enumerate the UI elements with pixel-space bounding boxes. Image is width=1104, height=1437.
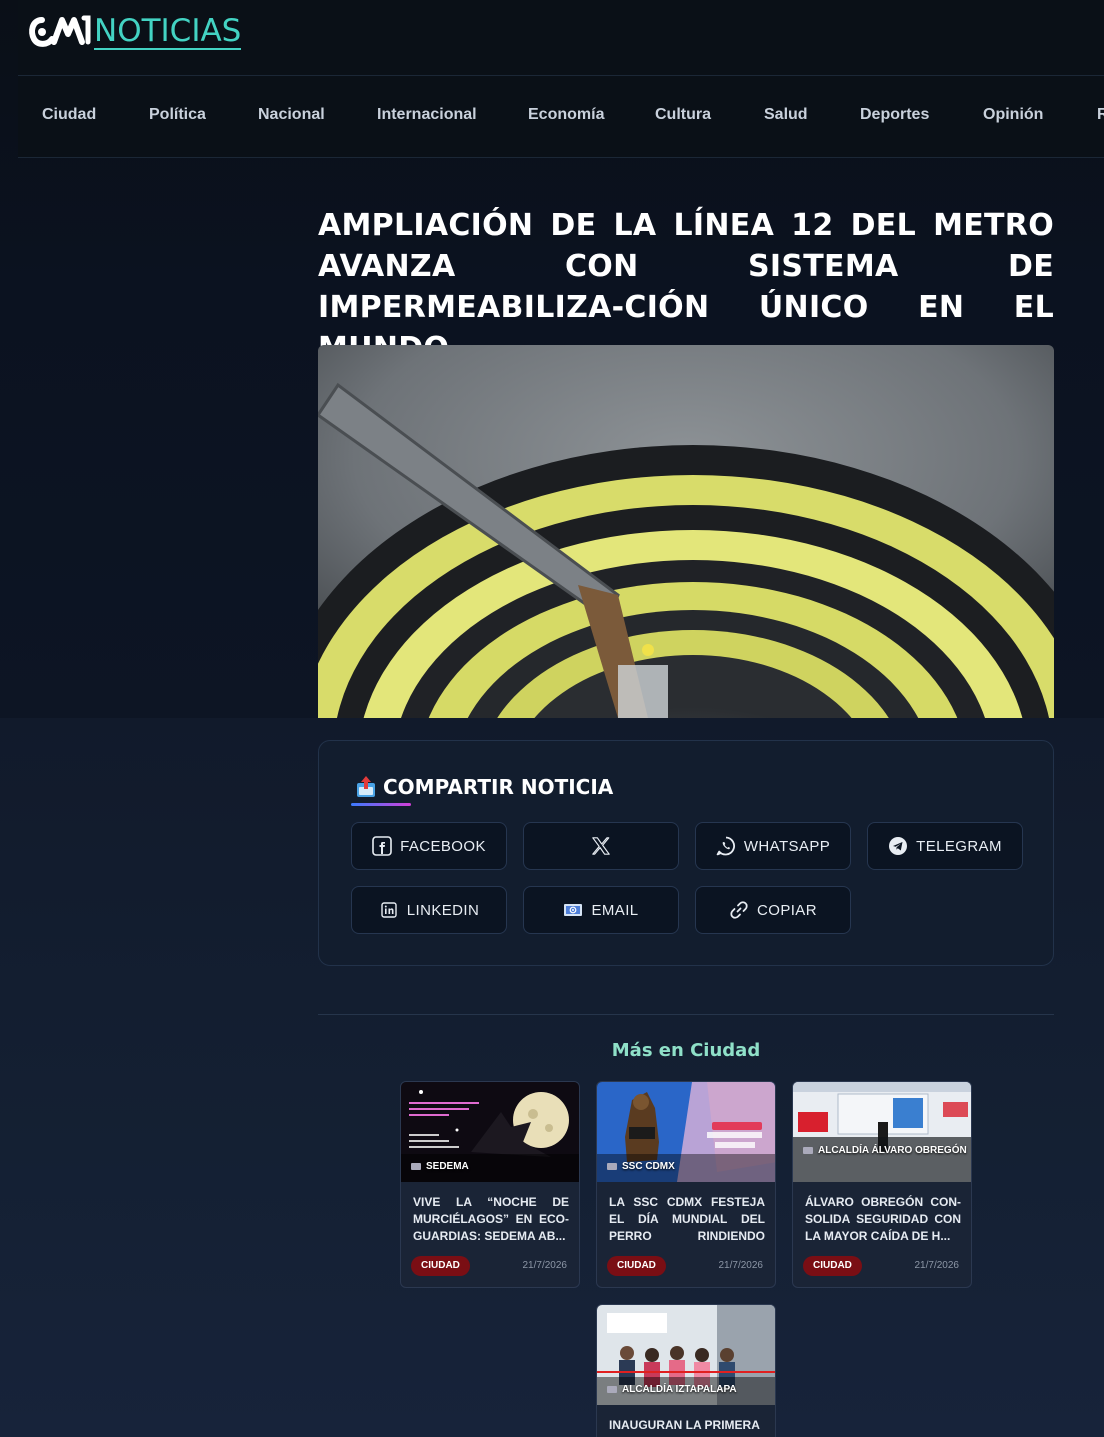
facebook-icon: [372, 836, 392, 856]
nav-item-ciudad[interactable]: Ciudad: [42, 106, 96, 124]
share-telegram-label: TELEGRAM: [916, 837, 1002, 855]
card-source-label: ALCALDÍA IZTAPALAPA: [622, 1384, 737, 1395]
camera-icon: [411, 1163, 421, 1170]
card-category-badge[interactable]: CIUDAD: [607, 1256, 666, 1276]
telegram-icon: [888, 836, 908, 856]
card-source: SSC CDMX: [607, 1161, 675, 1172]
share-email-button[interactable]: EMAIL: [523, 886, 679, 934]
share-copy-label: COPIAR: [757, 901, 817, 919]
section-divider: [318, 1014, 1054, 1015]
tunnel-photo: [318, 345, 1054, 718]
main-nav: Ciudad Política Nacional Internacional E…: [18, 76, 1104, 158]
share-facebook-label: FACEBOOK: [400, 837, 486, 855]
card-date: 21/7/2026: [718, 1260, 764, 1271]
card-source-label: SSC CDMX: [622, 1161, 675, 1172]
share-facebook-button[interactable]: FACEBOOK: [351, 822, 507, 870]
x-icon: [591, 836, 611, 856]
camera-icon: [607, 1386, 617, 1393]
share-header: COMPARTIR NOTICIA: [355, 775, 613, 799]
card-title: LA SSC CDMX FESTEJA EL DÍA MUNDIAL DEL P…: [609, 1195, 765, 1243]
site-logo-text: NOTICIAS: [94, 13, 242, 50]
card-category-badge[interactable]: CIUDAD: [803, 1256, 862, 1276]
article-hero-image: [318, 345, 1054, 718]
site-header: NOTICIAS Ciudad Política Nacional Intern…: [18, 0, 1104, 158]
card-source: ALCALDÍA ÁLVARO OBREGÓN: [803, 1142, 968, 1159]
share-linkedin-button[interactable]: LINKEDIN: [351, 886, 507, 934]
share-panel: COMPARTIR NOTICIA FACEBOOK WHATSAPP TELE…: [318, 740, 1054, 966]
email-icon: [563, 900, 583, 920]
share-icon: [357, 776, 375, 797]
nav-item-politica[interactable]: Política: [149, 106, 206, 124]
share-whatsapp-label: WHATSAPP: [743, 837, 831, 855]
news-card[interactable]: SSC CDMX LA SSC CDMX FESTEJA EL DÍA MUND…: [596, 1081, 776, 1288]
more-section-title: Más en Ciudad: [611, 1040, 761, 1061]
card-title: VIVE LA “NOCHE DE MURCIÉLAGOS” EN ECO-GU…: [413, 1195, 569, 1243]
whatsapp-icon: [716, 836, 736, 856]
cdmx-logo-icon: [29, 15, 91, 47]
card-category-badge[interactable]: CIUDAD: [411, 1256, 470, 1276]
card-source-label: SEDEMA: [426, 1161, 469, 1172]
nav-item-internacional[interactable]: Internacional: [377, 106, 477, 124]
card-date: 21/7/2026: [522, 1260, 568, 1271]
share-email-label: EMAIL: [591, 901, 639, 919]
nav-item-salud[interactable]: Salud: [764, 106, 808, 124]
card-date: 21/7/2026: [914, 1260, 960, 1271]
card-image: [793, 1082, 971, 1182]
share-title: COMPARTIR NOTICIA: [383, 775, 614, 799]
site-logo[interactable]: NOTICIAS: [28, 10, 242, 54]
card-source: ALCALDÍA IZTAPALAPA: [607, 1384, 737, 1395]
nav-item-nacional[interactable]: Nacional: [258, 106, 325, 124]
linkedin-icon: [379, 900, 399, 920]
share-telegram-button[interactable]: TELEGRAM: [867, 822, 1023, 870]
nav-item-deportes[interactable]: Deportes: [860, 106, 929, 124]
nav-item-economia[interactable]: Economía: [528, 106, 604, 124]
nav-item-cultura[interactable]: Cultura: [655, 106, 711, 124]
card-title: ÁLVARO OBREGÓN CON-SOLIDA SEGURIDAD CON …: [805, 1195, 961, 1243]
news-card[interactable]: ALCALDÍA ÁLVARO OBREGÓN ÁLVARO OBREGÓN C…: [792, 1081, 972, 1288]
card-source: SEDEMA: [411, 1161, 469, 1172]
card-title: INAUGURAN LA PRIMERA: [609, 1418, 760, 1432]
link-icon: [729, 900, 749, 920]
news-card[interactable]: ALCALDÍA IZTAPALAPA INAUGURAN LA PRIMERA: [596, 1304, 776, 1437]
share-x-button[interactable]: [523, 822, 679, 870]
share-title-underline: [351, 803, 411, 806]
news-card[interactable]: SEDEMA VIVE LA “NOCHE DE MURCIÉLAGOS” EN…: [400, 1081, 580, 1288]
camera-icon: [803, 1147, 813, 1154]
nav-item-partial[interactable]: R: [1097, 106, 1104, 124]
camera-icon: [607, 1163, 617, 1170]
share-copy-button[interactable]: COPIAR: [695, 886, 851, 934]
share-whatsapp-button[interactable]: WHATSAPP: [695, 822, 851, 870]
card-source-label: ALCALDÍA ÁLVARO OBREGÓN: [818, 1145, 967, 1156]
nav-item-opinion[interactable]: Opinión: [983, 106, 1043, 124]
share-linkedin-label: LINKEDIN: [406, 901, 480, 919]
